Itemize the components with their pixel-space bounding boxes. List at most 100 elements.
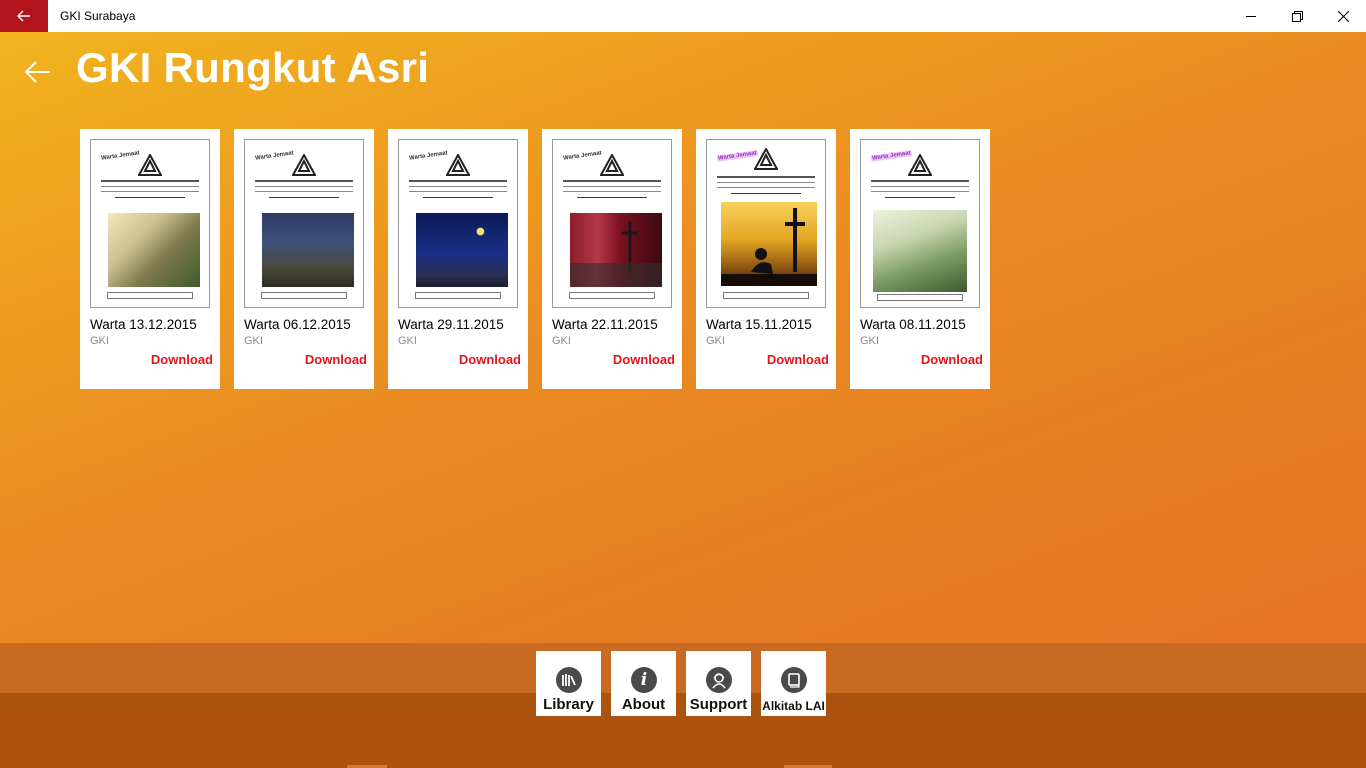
card-title: Warta 29.11.2015 — [398, 317, 504, 332]
footer-line — [877, 294, 963, 301]
card-title: Warta 06.12.2015 — [244, 317, 351, 332]
card-title: Warta 13.12.2015 — [90, 317, 197, 332]
header-text-line — [563, 191, 661, 192]
stamp-label: Warta Jemaat — [254, 150, 295, 162]
app-bar-bottom — [0, 693, 1366, 768]
download-link[interactable]: Download — [921, 352, 983, 367]
title-bar: GKI Surabaya — [0, 0, 1366, 32]
bulletin-card[interactable]: Warta Jemaat Warta 08.11.2015 GKI Downlo… — [850, 129, 990, 389]
header-text-line — [871, 186, 969, 187]
card-title: Warta 22.11.2015 — [552, 317, 658, 332]
footer-line — [107, 292, 193, 299]
download-link[interactable]: Download — [305, 352, 367, 367]
bulletin-thumbnail: Warta Jemaat — [706, 139, 826, 308]
bible-icon — [781, 667, 807, 693]
church-logo-icon — [754, 148, 778, 170]
download-link[interactable]: Download — [459, 352, 521, 367]
page-back-button[interactable] — [22, 56, 54, 88]
bulletin-card[interactable]: Warta Jemaat Warta 15.11.2015 GKI Downlo… — [696, 129, 836, 389]
download-link[interactable]: Download — [151, 352, 213, 367]
card-subtitle: GKI — [90, 335, 109, 347]
stamp-label: Warta Jemaat — [562, 150, 603, 162]
page-title: GKI Rungkut Asri — [76, 44, 430, 91]
header-text-line — [255, 191, 353, 192]
library-button[interactable]: Library — [536, 651, 601, 716]
support-icon — [706, 667, 732, 693]
header-text-line — [409, 191, 507, 192]
alkitab-label: Alkitab LAI — [762, 699, 825, 713]
cover-picture — [416, 213, 508, 287]
restore-button[interactable] — [1274, 0, 1320, 32]
header-text-line — [101, 180, 199, 182]
card-subtitle: GKI — [552, 335, 571, 347]
close-button[interactable] — [1320, 0, 1366, 32]
footer-line — [723, 292, 809, 299]
church-logo-icon — [292, 154, 316, 176]
card-subtitle: GKI — [244, 335, 263, 347]
theme-line — [115, 197, 185, 198]
cover-picture — [721, 202, 817, 286]
app-bar-top — [0, 643, 1366, 693]
download-link[interactable]: Download — [613, 352, 675, 367]
header-text-line — [717, 176, 815, 178]
footer-line — [569, 292, 655, 299]
theme-line — [885, 197, 955, 198]
close-icon — [1337, 10, 1349, 22]
bulletin-card[interactable]: Warta Jemaat Warta 29.11.2015 GKI Downlo… — [388, 129, 528, 389]
church-logo-icon — [908, 154, 932, 176]
cover-picture — [108, 213, 200, 287]
header-text-line — [409, 180, 507, 182]
header-text-line — [409, 186, 507, 187]
footer-line — [261, 292, 347, 299]
cover-picture — [570, 213, 662, 287]
stamp-label: Warta Jemaat — [408, 150, 449, 162]
info-icon: i — [631, 667, 657, 693]
header-text-line — [717, 187, 815, 188]
bulletin-card[interactable]: Warta Jemaat Warta 22.11.2015 GKI Downlo… — [542, 129, 682, 389]
theme-line — [731, 193, 801, 194]
cross-icon — [570, 221, 662, 287]
bulletin-card[interactable]: Warta Jemaat Warta 13.12.2015 GKI Downlo… — [80, 129, 220, 389]
stamp-label: Warta Jemaat — [716, 150, 759, 162]
header-text-line — [255, 186, 353, 187]
support-button[interactable]: Support — [686, 651, 751, 716]
library-icon — [556, 667, 582, 693]
cover-picture — [873, 210, 967, 292]
bulletin-thumbnail: Warta Jemaat — [860, 139, 980, 308]
back-arrow-icon — [17, 10, 30, 22]
download-link[interactable]: Download — [767, 352, 829, 367]
card-title: Warta 08.11.2015 — [860, 317, 966, 332]
header-text-line — [563, 180, 661, 182]
theme-line — [269, 197, 339, 198]
card-subtitle: GKI — [706, 335, 725, 347]
stamp-label: Warta Jemaat — [870, 150, 913, 162]
card-title: Warta 15.11.2015 — [706, 317, 812, 332]
about-label: About — [621, 696, 666, 713]
header-text-line — [563, 186, 661, 187]
window-title: GKI Surabaya — [60, 9, 136, 23]
support-label: Support — [689, 696, 748, 713]
stamp-label: Warta Jemaat — [100, 150, 141, 162]
titlebar-back-button[interactable] — [0, 0, 48, 32]
alkitab-button[interactable]: Alkitab LAI — [761, 651, 826, 716]
bulletin-thumbnail: Warta Jemaat — [244, 139, 364, 308]
about-button[interactable]: i About — [611, 651, 676, 716]
back-arrow-icon — [24, 61, 50, 83]
bulletin-card[interactable]: Warta Jemaat Warta 06.12.2015 GKI Downlo… — [234, 129, 374, 389]
cross-icon — [721, 208, 817, 286]
header-text-line — [255, 180, 353, 182]
cover-picture — [262, 213, 354, 287]
library-label: Library — [543, 696, 594, 713]
theme-line — [577, 197, 647, 198]
card-subtitle: GKI — [860, 335, 879, 347]
header-text-line — [101, 186, 199, 187]
church-logo-icon — [600, 154, 624, 176]
minimize-button[interactable] — [1228, 0, 1274, 32]
header-text-line — [871, 180, 969, 182]
card-subtitle: GKI — [398, 335, 417, 347]
header-text-line — [101, 191, 199, 192]
church-logo-icon — [138, 154, 162, 176]
church-logo-icon — [446, 154, 470, 176]
theme-line — [423, 197, 493, 198]
header-text-line — [717, 182, 815, 183]
